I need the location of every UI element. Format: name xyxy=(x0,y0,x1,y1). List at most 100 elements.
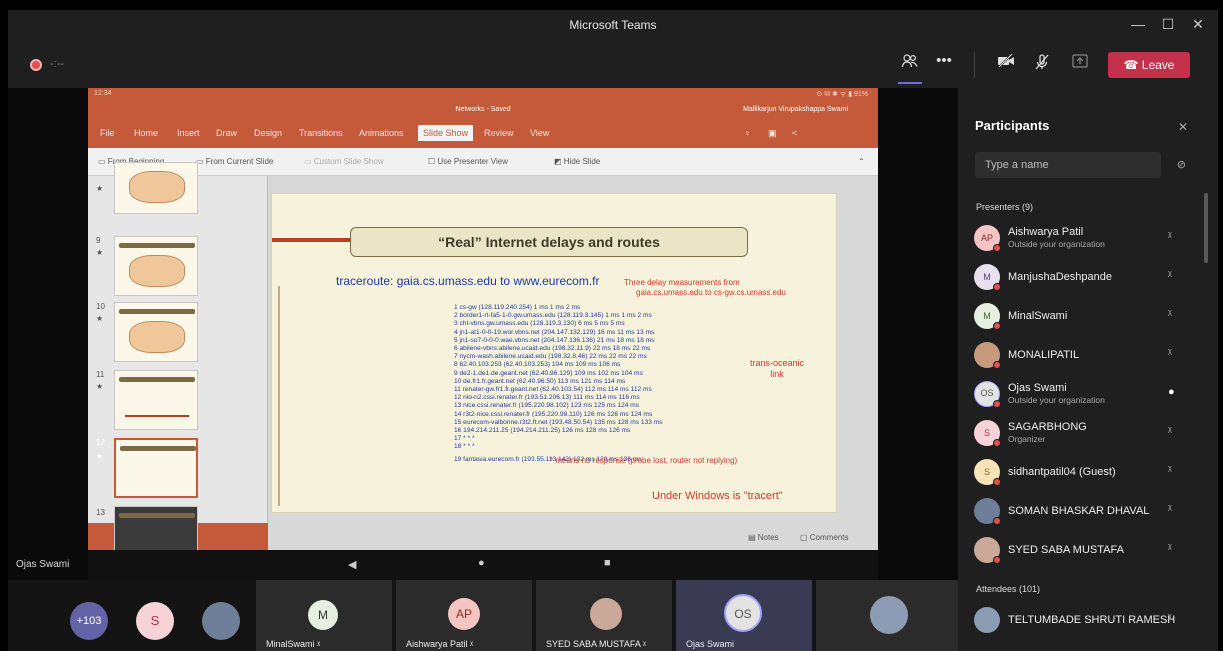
participant-row[interactable]: SOMAN BHASKAR DHAVAL ᵡ xyxy=(958,493,1198,529)
maximize-button[interactable]: ☐ xyxy=(1156,16,1180,33)
mic-off-icon[interactable]: ᵡ xyxy=(1168,347,1172,359)
participant-row[interactable]: OS Ojas Swami Outside your organization … xyxy=(958,376,1198,412)
video-tile-active[interactable]: OS Ojas Swami xyxy=(676,580,812,651)
custom-slide-show-button[interactable]: ▭ Custom Slide Show xyxy=(304,157,384,166)
mic-off-icon[interactable]: ᵡ xyxy=(1168,308,1172,320)
back-icon[interactable]: ◀ xyxy=(348,558,356,571)
tab-home[interactable]: Home xyxy=(134,128,158,138)
hop-row: 10 de.fr1.fr.geant.net (62.40.96.50) 113… xyxy=(454,377,626,385)
slide-accent-line xyxy=(278,286,280,506)
scrollbar[interactable] xyxy=(1204,193,1208,263)
participant-name: ManjushaDeshpande xyxy=(1008,271,1112,283)
participant-row[interactable]: M MinalSwami ᵡ xyxy=(958,298,1198,334)
overflow-participants-button[interactable]: +103 xyxy=(70,602,108,640)
link-icon[interactable]: ⊘ xyxy=(1177,158,1186,171)
hop-row: 6 abilene-vbns.abilene.ucaid.edu (198.32… xyxy=(454,345,651,353)
participant-row[interactable]: SYED SABA MUSTAFA ᵡ xyxy=(958,532,1198,568)
phone-status-time: 12:34 xyxy=(94,90,112,97)
slide-thumbnail-selected[interactable] xyxy=(114,438,198,498)
mic-off-icon[interactable]: ᵡ xyxy=(1168,464,1172,476)
share-tray-icon[interactable] xyxy=(1068,54,1092,72)
hide-slide-button[interactable]: ◩ Hide Slide xyxy=(554,157,600,166)
video-tile[interactable]: M MinalSwami ᵡ xyxy=(256,580,392,651)
slide-thumbnail[interactable] xyxy=(114,302,198,362)
people-icon[interactable] xyxy=(898,54,922,72)
avatar: M xyxy=(308,600,338,630)
search-input[interactable] xyxy=(975,152,1161,178)
mic-on-icon[interactable]: ● xyxy=(1168,386,1175,398)
slide-thumbnail[interactable] xyxy=(114,506,198,550)
tab-animations[interactable]: Animations xyxy=(359,128,404,138)
participant-subtitle: Organizer xyxy=(1008,434,1046,444)
star-icon: ★ xyxy=(96,382,104,391)
tab-design[interactable]: Design xyxy=(254,128,282,138)
trans-oceanic-line1: trans-oceanic xyxy=(750,358,805,368)
from-current-label: From Current Slide xyxy=(205,157,274,166)
home-icon[interactable]: ● xyxy=(478,557,485,569)
slide-thumbnail[interactable] xyxy=(114,370,198,430)
avatar[interactable] xyxy=(202,602,240,640)
minimize-button[interactable]: — xyxy=(1126,16,1150,32)
video-tile[interactable]: AP Aishwarya Patil ᵡ xyxy=(396,580,532,651)
slide-number: 11 xyxy=(96,370,105,379)
collapse-ribbon-icon[interactable]: ⌃ xyxy=(858,157,865,166)
participant-row[interactable]: AP Aishwarya Patil Outside your organiza… xyxy=(958,220,1198,256)
share-icon[interactable]: < xyxy=(792,128,797,138)
participant-row[interactable]: MONALIPATIL ᵡ xyxy=(958,337,1198,373)
status-dot xyxy=(993,283,1001,291)
slide-thumbnail[interactable] xyxy=(114,236,198,296)
participant-name: MinalSwami xyxy=(1008,310,1068,322)
hide-slide-label: Hide Slide xyxy=(563,157,601,166)
recording-time: -:-- xyxy=(50,58,65,70)
mic-off-icon[interactable]: ᵡ xyxy=(1168,425,1172,437)
comments-button[interactable]: ▢ Comments xyxy=(800,533,848,542)
hop-row: 14 r3t2-nice.cssi.renater.fr (195.220.98… xyxy=(454,410,653,418)
hop-row: 11 renater-gw.fr1.fr.geant.net (62.40.10… xyxy=(454,386,652,394)
tab-slide-show[interactable]: Slide Show xyxy=(418,125,474,141)
participant-name: SOMAN BHASKAR DHAVAL xyxy=(1008,505,1150,517)
participant-row[interactable]: S sidhantpatil04 (Guest) ᵡ xyxy=(958,454,1198,490)
lightbulb-icon[interactable]: ♀ xyxy=(744,128,751,138)
tab-review[interactable]: Review xyxy=(484,128,514,138)
slide-thumbnails-pane: ★ 9 ★ 10 ★ 11 ★ 12 ★ 13 xyxy=(88,162,268,550)
camera-off-icon[interactable] xyxy=(994,53,1018,72)
close-button[interactable]: ✕ xyxy=(1186,16,1210,33)
present-icon[interactable]: ▣ xyxy=(768,128,777,139)
slide-thumbnail[interactable] xyxy=(114,162,198,214)
leave-button[interactable]: ☎ Leave xyxy=(1108,52,1190,78)
video-tile[interactable]: SYED SABA MUSTAFA ᵡ xyxy=(536,580,672,651)
presenter-view-toggle[interactable]: ☐ Use Presenter View xyxy=(428,157,508,166)
hop-row: 17 * * * xyxy=(454,435,475,443)
tab-transitions[interactable]: Transitions xyxy=(299,128,343,138)
slide-number: 13 xyxy=(96,508,105,517)
star-icon: ★ xyxy=(96,184,104,193)
participant-row[interactable]: TELTUMBADE SHRUTI RAMESH ᵡ xyxy=(958,602,1198,638)
recents-icon[interactable]: ■ xyxy=(604,557,611,569)
mic-off-icon[interactable]: ᵡ xyxy=(1168,612,1172,624)
hop-row: 2 border1-rt-fa5-1-0.gw.umass.edu (128.1… xyxy=(454,312,652,320)
video-tile[interactable] xyxy=(816,580,958,651)
close-icon[interactable]: ✕ xyxy=(1178,120,1188,134)
presenters-header[interactable]: Presenters (9) xyxy=(976,202,1033,212)
from-current-slide-button[interactable]: ▭ From Current Slide xyxy=(196,157,273,166)
mic-off-icon[interactable]: ᵡ xyxy=(1168,269,1172,281)
mic-off-icon[interactable]: ᵡ xyxy=(1168,503,1172,515)
avatar[interactable]: S xyxy=(136,602,174,640)
more-options-button[interactable]: ••• xyxy=(932,52,956,69)
tab-view[interactable]: View xyxy=(530,128,549,138)
mic-off-icon[interactable]: ᵡ xyxy=(1168,230,1172,242)
phone-status-icons: ⊙ ✉ ✱ ᯤ ▮ 91% xyxy=(816,91,868,98)
participant-name: SYED SABA MUSTAFA xyxy=(1008,544,1124,556)
tab-insert[interactable]: Insert xyxy=(177,128,200,138)
slide-accent-bar xyxy=(272,238,350,242)
tab-file[interactable]: File xyxy=(100,128,115,138)
mic-off-icon[interactable]: ᵡ xyxy=(1168,542,1172,554)
notes-button[interactable]: ▤ Notes xyxy=(748,533,779,542)
delay-annotation: Three delay measurements from gaia.cs.um… xyxy=(624,278,786,298)
mic-off-icon[interactable] xyxy=(1030,54,1054,74)
slide-number: 10 xyxy=(96,302,105,311)
tab-draw[interactable]: Draw xyxy=(216,128,237,138)
participant-row[interactable]: S SAGARBHONG Organizer ᵡ xyxy=(958,415,1198,451)
attendees-header[interactable]: Attendees (101) xyxy=(976,584,1040,594)
participant-row[interactable]: M ManjushaDeshpande ᵡ xyxy=(958,259,1198,295)
